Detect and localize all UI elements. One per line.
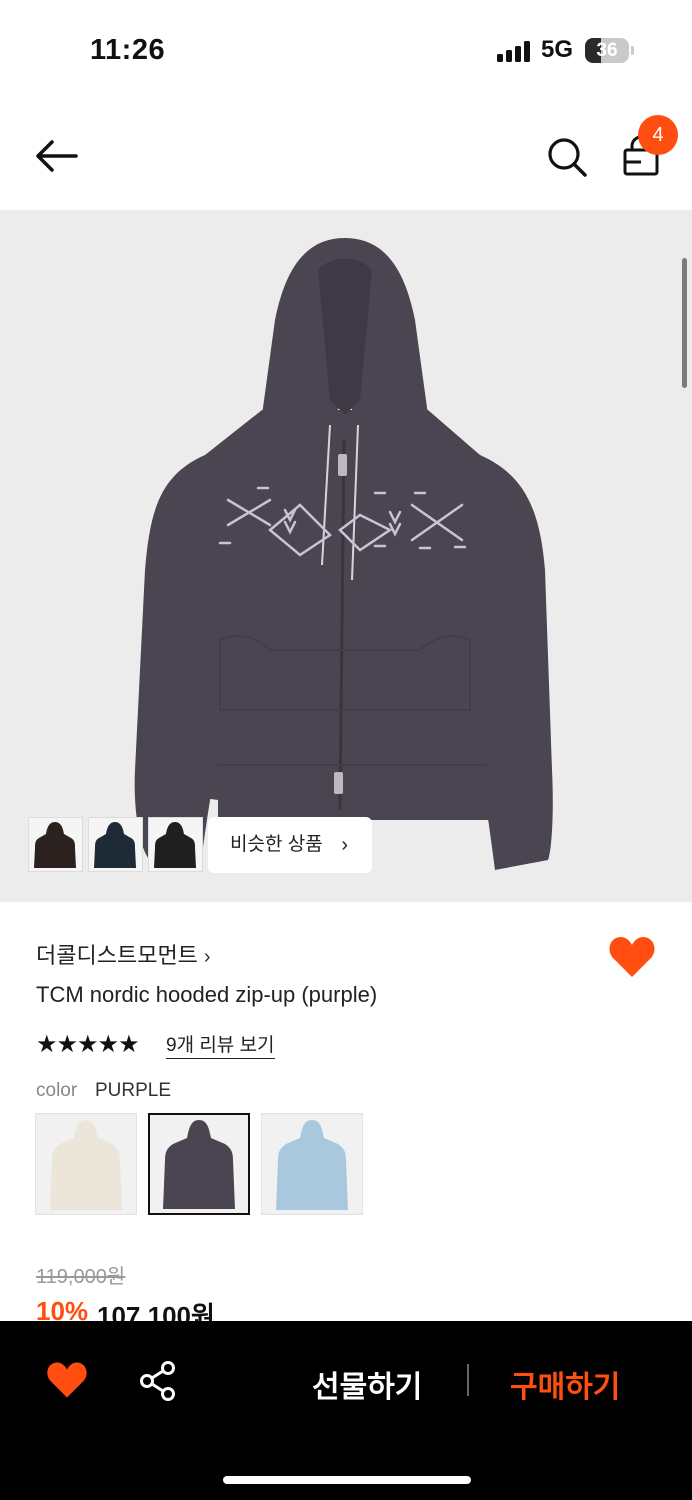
status-time: 11:26 — [90, 34, 166, 66]
back-button[interactable] — [32, 136, 80, 176]
product-image[interactable] — [0, 210, 692, 902]
thumb-hoodie-image — [94, 822, 136, 868]
search-button[interactable] — [545, 135, 589, 179]
chevron-right-icon: › — [341, 834, 348, 856]
color-swatch-ivory[interactable] — [35, 1113, 137, 1215]
original-price: 119,000원 — [36, 1266, 126, 1288]
image-scroll-indicator — [682, 258, 687, 388]
rating-stars: ★★★★★ — [36, 1030, 140, 1058]
share-button[interactable] — [138, 1360, 178, 1402]
like-button[interactable] — [608, 935, 656, 979]
arrow-left-icon — [36, 140, 78, 172]
cart-count-badge: 4 — [638, 115, 678, 155]
color-label: color — [36, 1080, 78, 1101]
home-indicator[interactable] — [223, 1476, 471, 1484]
battery-icon: 36 — [585, 38, 629, 63]
action-divider — [467, 1364, 469, 1396]
chevron-right-icon: › — [203, 946, 211, 968]
product-name: TCM nordic hooded zip-up (purple) — [36, 982, 378, 1007]
heart-icon — [47, 1362, 87, 1398]
wishlist-button[interactable] — [46, 1360, 88, 1400]
brand-link[interactable]: 더콜디스트모먼트 › — [36, 938, 211, 970]
network-type: 5G — [541, 36, 574, 63]
similar-products-label: 비슷한 상품 — [230, 834, 323, 855]
search-icon — [548, 138, 587, 177]
thumb-hoodie-image — [34, 822, 76, 868]
gift-button[interactable]: 선물하기 — [312, 1362, 422, 1406]
star-icons: ★★★★★ — [36, 1031, 140, 1058]
share-icon — [140, 1361, 175, 1401]
status-bar: 11:26 5G 36 — [0, 0, 692, 100]
battery-level: 36 — [596, 40, 618, 61]
hoodie-image — [134, 238, 553, 870]
bottom-action-bar — [0, 1321, 692, 1500]
top-nav — [0, 100, 692, 210]
color-swatch-skyblue[interactable] — [261, 1113, 363, 1215]
similar-thumb-1[interactable] — [28, 817, 83, 872]
similar-thumb-3[interactable] — [148, 817, 203, 872]
swatch-hoodie-image — [163, 1120, 235, 1209]
thumb-hoodie-image — [154, 822, 196, 868]
color-swatch-purple[interactable] — [148, 1113, 250, 1215]
heart-icon — [609, 937, 655, 977]
brand-name: 더콜디스트모먼트 — [36, 943, 198, 968]
signal-icon — [497, 40, 533, 62]
swatch-hoodie-image — [276, 1120, 348, 1210]
buy-button[interactable]: 구매하기 — [510, 1362, 620, 1406]
similar-products-button[interactable]: 비슷한 상품 › — [208, 817, 372, 873]
color-value: PURPLE — [95, 1080, 172, 1101]
similar-thumb-2[interactable] — [88, 817, 143, 872]
swatch-hoodie-image — [50, 1120, 122, 1210]
battery-tip — [631, 46, 634, 55]
review-link[interactable]: 9개 리뷰 보기 — [166, 1030, 275, 1059]
